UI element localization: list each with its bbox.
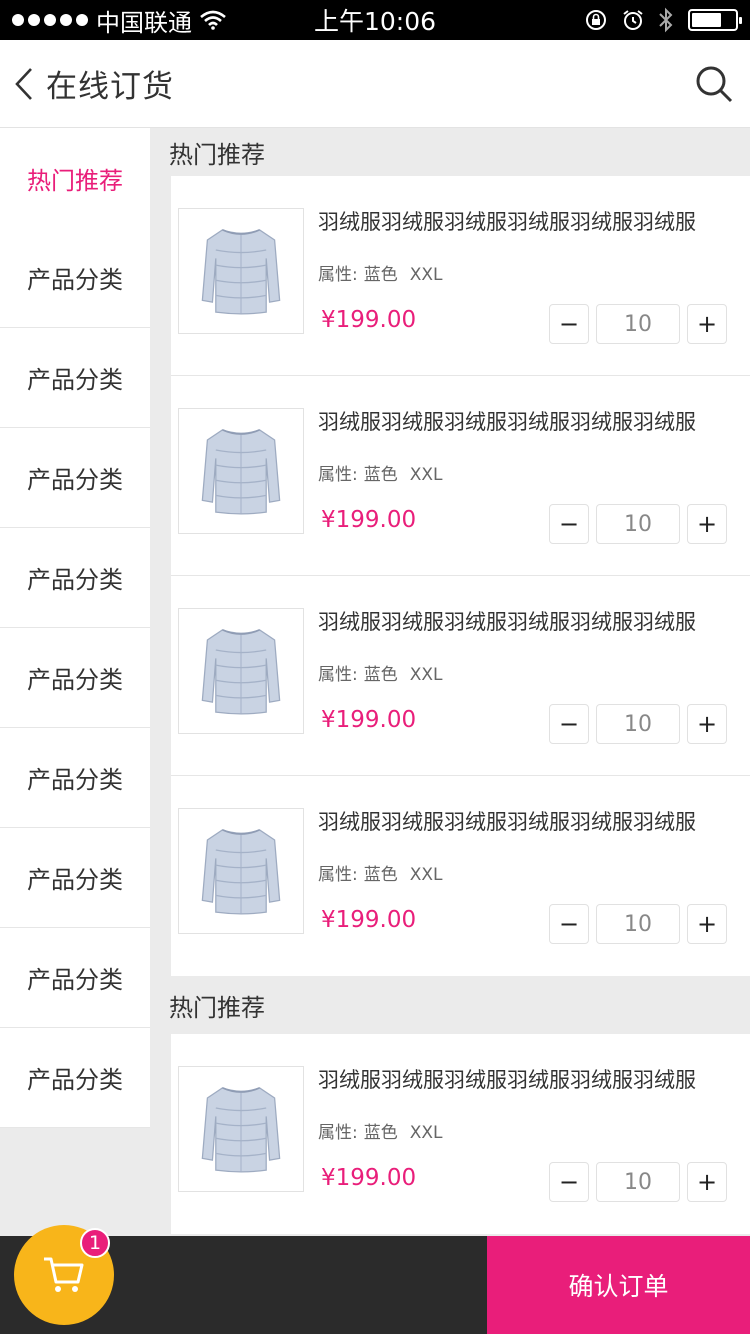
back-chevron-icon — [15, 67, 32, 100]
product-item[interactable]: 羽绒服羽绒服羽绒服羽绒服羽绒服羽绒服 属性: 蓝色 XXL ¥199.00 − 10… — [171, 376, 750, 576]
sidebar-item-hot[interactable]: 热门推荐 — [0, 128, 150, 228]
search-button[interactable] — [692, 62, 736, 106]
quantity-input[interactable]: 10 — [596, 1162, 680, 1202]
increase-button[interactable]: + — [687, 1162, 727, 1202]
quantity-input[interactable]: 10 — [596, 704, 680, 744]
sidebar-item-category[interactable]: 产品分类 — [0, 328, 150, 428]
battery-icon — [688, 9, 742, 31]
increase-button[interactable]: + — [687, 504, 727, 544]
alarm-icon — [623, 10, 643, 30]
product-price: ¥199.00 — [321, 707, 417, 733]
sidebar-item-category[interactable]: 产品分类 — [0, 1028, 150, 1128]
sidebar-item-category[interactable]: 产品分类 — [0, 728, 150, 828]
product-price: ¥199.00 — [321, 907, 417, 933]
product-list: 热门推荐 羽绒服羽绒服羽绒服羽绒服羽绒服羽绒服 属性: 蓝色 XXL ¥199.00… — [150, 128, 750, 1234]
product-name: 羽绒服羽绒服羽绒服羽绒服羽绒服羽绒服 — [318, 410, 696, 434]
decrease-button[interactable]: − — [549, 504, 589, 544]
product-name: 羽绒服羽绒服羽绒服羽绒服羽绒服羽绒服 — [318, 210, 696, 234]
product-attributes: 属性: 蓝色 XXL — [318, 465, 443, 485]
product-image[interactable] — [178, 408, 304, 534]
signal-dots-icon — [12, 14, 88, 26]
product-item[interactable]: 羽绒服羽绒服羽绒服羽绒服羽绒服羽绒服 属性: 蓝色 XXL ¥199.00 − 10… — [171, 1034, 750, 1234]
product-image[interactable] — [178, 808, 304, 934]
sidebar-item-category[interactable]: 产品分类 — [0, 928, 150, 1028]
decrease-button[interactable]: − — [549, 1162, 589, 1202]
wifi-icon — [200, 10, 226, 30]
sidebar-item-category[interactable]: 产品分类 — [0, 528, 150, 628]
section-title: 热门推荐 — [150, 128, 750, 176]
decrease-button[interactable]: − — [549, 704, 589, 744]
product-group: 羽绒服羽绒服羽绒服羽绒服羽绒服羽绒服 属性: 蓝色 XXL ¥199.00 − 10… — [171, 176, 750, 976]
quantity-stepper: − 10 + — [549, 504, 727, 544]
sidebar-item-category[interactable]: 产品分类 — [0, 228, 150, 328]
page-title: 在线订货 — [46, 69, 174, 105]
jacket-image — [199, 419, 283, 523]
product-attributes: 属性: 蓝色 XXL — [318, 1123, 443, 1143]
back-button[interactable] — [2, 40, 46, 128]
product-image[interactable] — [178, 608, 304, 734]
product-attributes: 属性: 蓝色 XXL — [318, 665, 443, 685]
product-name: 羽绒服羽绒服羽绒服羽绒服羽绒服羽绒服 — [318, 810, 696, 834]
carrier-label: 中国联通 — [96, 8, 192, 37]
product-name: 羽绒服羽绒服羽绒服羽绒服羽绒服羽绒服 — [318, 610, 696, 634]
cart-count-badge: 1 — [80, 1228, 110, 1258]
header: 在线订货 — [0, 40, 750, 128]
section-title: 热门推荐 — [150, 976, 750, 1034]
product-price: ¥199.00 — [321, 1165, 417, 1191]
product-price: ¥199.00 — [321, 507, 417, 533]
sidebar-item-category[interactable]: 产品分类 — [0, 428, 150, 528]
increase-button[interactable]: + — [687, 304, 727, 344]
product-image[interactable] — [178, 208, 304, 334]
search-icon — [696, 66, 733, 102]
cart-icon — [44, 1257, 84, 1292]
product-image[interactable] — [178, 1066, 304, 1192]
increase-button[interactable]: + — [687, 704, 727, 744]
decrease-button[interactable]: − — [549, 304, 589, 344]
quantity-input[interactable]: 10 — [596, 904, 680, 944]
increase-button[interactable]: + — [687, 904, 727, 944]
bluetooth-icon — [659, 7, 673, 33]
jacket-image — [199, 219, 283, 323]
product-attributes: 属性: 蓝色 XXL — [318, 265, 443, 285]
status-bar: 中国联通 上午10:06 — [0, 0, 750, 40]
quantity-input[interactable]: 10 — [596, 504, 680, 544]
quantity-stepper: − 10 + — [549, 704, 727, 744]
quantity-stepper: − 10 + — [549, 304, 727, 344]
category-sidebar: 热门推荐 产品分类 产品分类 产品分类 产品分类 产品分类 产品分类 产品分类 … — [0, 128, 150, 1128]
jacket-image — [199, 619, 283, 723]
product-price: ¥199.00 — [321, 307, 417, 333]
product-item[interactable]: 羽绒服羽绒服羽绒服羽绒服羽绒服羽绒服 属性: 蓝色 XXL ¥199.00 − 10… — [171, 776, 750, 976]
lock-rotation-icon — [586, 10, 606, 30]
quantity-input[interactable]: 10 — [596, 304, 680, 344]
decrease-button[interactable]: − — [549, 904, 589, 944]
sidebar-item-category[interactable]: 产品分类 — [0, 628, 150, 728]
jacket-image — [199, 1077, 283, 1181]
sidebar-item-category[interactable]: 产品分类 — [0, 828, 150, 928]
quantity-stepper: − 10 + — [549, 904, 727, 944]
product-item[interactable]: 羽绒服羽绒服羽绒服羽绒服羽绒服羽绒服 属性: 蓝色 XXL ¥199.00 − 10… — [171, 576, 750, 776]
confirm-order-button[interactable]: 确认订单 — [487, 1236, 750, 1334]
product-name: 羽绒服羽绒服羽绒服羽绒服羽绒服羽绒服 — [318, 1068, 696, 1092]
product-group: 羽绒服羽绒服羽绒服羽绒服羽绒服羽绒服 属性: 蓝色 XXL ¥199.00 − 10… — [171, 1034, 750, 1234]
product-attributes: 属性: 蓝色 XXL — [318, 865, 443, 885]
jacket-image — [199, 819, 283, 923]
quantity-stepper: − 10 + — [549, 1162, 727, 1202]
product-item[interactable]: 羽绒服羽绒服羽绒服羽绒服羽绒服羽绒服 属性: 蓝色 XXL ¥199.00 − 10… — [171, 176, 750, 376]
